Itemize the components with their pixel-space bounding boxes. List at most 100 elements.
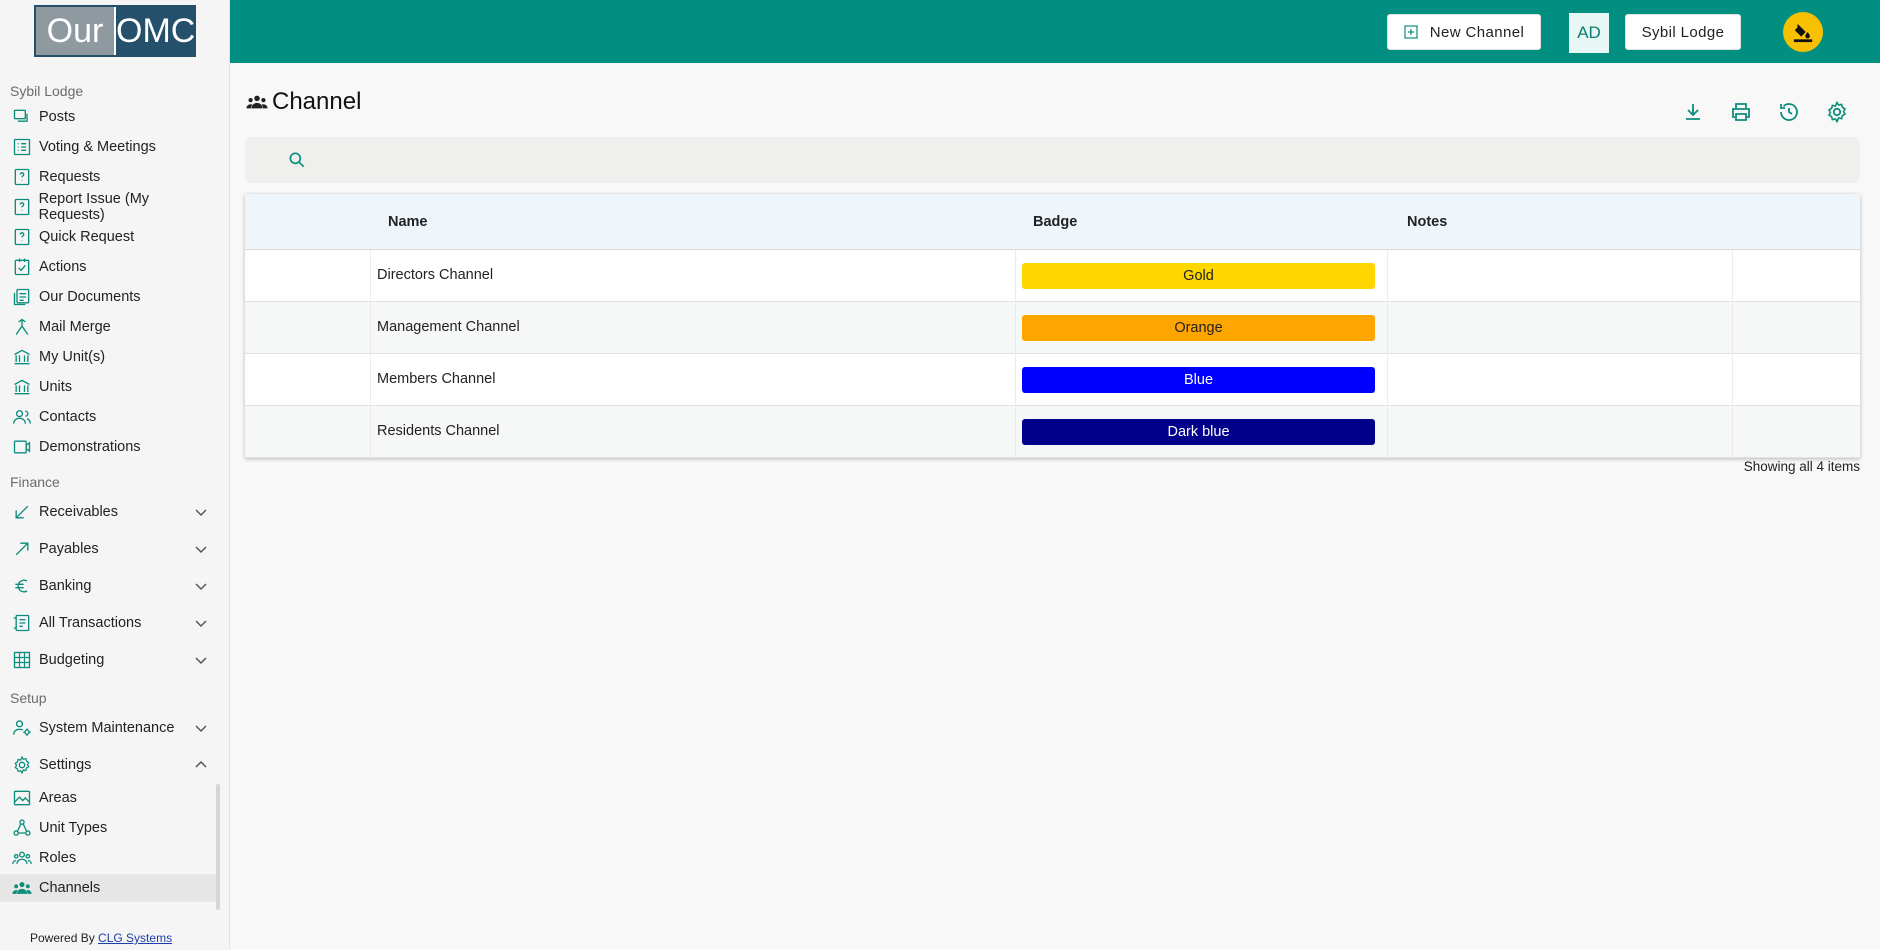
badge-pill: Blue — [1022, 367, 1375, 393]
sidebar-item-label: Actions — [39, 259, 87, 275]
sidebar-item-mail-merge[interactable]: Mail Merge — [0, 313, 216, 341]
sidebar: Our OMC Sybil Lodge Posts Voting & Meetin… — [0, 0, 230, 950]
video-icon — [11, 436, 33, 458]
sidebar-item-requests[interactable]: Requests — [0, 163, 216, 191]
page-title-text: Channel — [272, 88, 362, 115]
sidebar-item-label: Report Issue (My Requests) — [38, 191, 150, 223]
column-divider — [1015, 250, 1016, 302]
column-divider — [1015, 302, 1016, 354]
powered-by-text: Powered By — [30, 931, 95, 945]
sidebar-item-posts[interactable]: Posts — [0, 103, 216, 131]
column-divider — [1015, 406, 1016, 458]
documents-icon — [11, 286, 33, 308]
history-icon[interactable] — [1777, 100, 1801, 124]
download-icon[interactable] — [1681, 100, 1705, 124]
column-divider — [1387, 302, 1388, 354]
paint-bucket-icon — [1793, 23, 1813, 43]
table-header: Name Badge Notes — [245, 194, 1860, 250]
column-divider — [1732, 302, 1733, 354]
sidebar-item-demonstrations[interactable]: Demonstrations — [0, 433, 216, 461]
column-divider — [370, 406, 371, 458]
ouromc-logo[interactable]: Our OMC — [34, 5, 196, 57]
new-channel-button[interactable]: New Channel — [1387, 14, 1541, 50]
column-divider — [370, 302, 371, 354]
sidebar-item-label: My Unit(s) — [39, 349, 106, 365]
sidebar-item-actions[interactable]: Actions — [0, 253, 216, 281]
sidebar-item-roles[interactable]: Roles — [0, 844, 216, 872]
sidebar-item-settings[interactable]: Settings — [0, 751, 216, 779]
sidebar-item-our-documents[interactable]: Our Documents — [0, 283, 216, 311]
sidebar-item-unit-types[interactable]: Unit Types — [0, 814, 216, 842]
settings-icon — [11, 754, 33, 776]
cell-name: Residents Channel — [377, 423, 500, 439]
channels-table: Name Badge Notes Directors Channel Gold Ma… — [245, 194, 1860, 458]
search-input[interactable] — [317, 140, 1860, 180]
sidebar-scrollbar[interactable] — [216, 784, 220, 910]
badge-pill: Gold — [1022, 263, 1375, 289]
search-bar — [245, 137, 1860, 183]
column-header-notes[interactable]: Notes — [1407, 214, 1447, 230]
settings-icon[interactable] — [1825, 100, 1849, 124]
mail-merge-icon — [11, 316, 33, 338]
sidebar-item-label: Posts — [39, 109, 76, 125]
sidebar-item-all-transactions[interactable]: All Transactions — [0, 609, 216, 637]
areas-icon — [11, 787, 33, 809]
chevron-down-icon — [195, 509, 207, 517]
unit-types-icon — [11, 817, 33, 839]
channels-icon — [246, 95, 268, 109]
table-row[interactable]: Residents Channel Dark blue — [245, 406, 1860, 458]
table-row[interactable]: Directors Channel Gold — [245, 250, 1860, 302]
print-icon[interactable] — [1729, 100, 1753, 124]
user-menu-button[interactable]: Sybil Lodge — [1625, 14, 1741, 50]
chevron-down-icon — [195, 620, 207, 628]
chevron-down-icon — [195, 657, 207, 665]
sidebar-item-label: Areas — [39, 790, 77, 806]
column-divider — [1387, 354, 1388, 406]
clg-systems-link[interactable]: CLG Systems — [98, 931, 172, 945]
sidebar-item-system-maintenance[interactable]: System Maintenance — [0, 714, 216, 742]
posts-icon — [11, 106, 33, 128]
sidebar-item-channels[interactable]: Channels — [0, 874, 216, 902]
sidebar-item-receivables[interactable]: Receivables — [0, 498, 216, 526]
section-heading-setup: Setup — [10, 690, 47, 706]
sidebar-item-banking[interactable]: Banking — [0, 572, 216, 600]
top-bar: New Channel AD Sybil Lodge — [230, 0, 1880, 63]
chevron-down-icon — [195, 546, 207, 554]
sidebar-item-my-unit-s[interactable]: My Unit(s) — [0, 343, 216, 371]
my-units-icon — [11, 346, 33, 368]
cell-name: Members Channel — [377, 371, 496, 387]
sidebar-item-areas[interactable]: Areas — [0, 784, 216, 812]
sidebar-item-contacts[interactable]: Contacts — [0, 403, 216, 431]
roles-icon — [11, 847, 33, 869]
table-item-count: Showing all 4 items — [1743, 459, 1860, 474]
sidebar-item-label: Requests — [39, 169, 101, 185]
column-divider — [370, 354, 371, 406]
sidebar-item-label: Banking — [39, 578, 92, 594]
payables-icon — [11, 538, 33, 560]
table-row[interactable]: Management Channel Orange — [245, 302, 1860, 354]
sidebar-item-units[interactable]: Units — [0, 373, 216, 401]
cell-name: Management Channel — [377, 319, 520, 335]
table-row[interactable]: Members Channel Blue — [245, 354, 1860, 406]
sidebar-item-budgeting[interactable]: Budgeting — [0, 646, 216, 674]
transactions-icon — [11, 612, 33, 634]
sidebar-item-label: Units — [39, 379, 73, 395]
sidebar-item-voting-meetings[interactable]: Voting & Meetings — [0, 133, 216, 161]
column-divider — [1387, 250, 1388, 302]
sidebar-item-report-issue-my-requests[interactable]: Report Issue (My Requests) — [0, 191, 216, 223]
budgeting-icon — [11, 649, 33, 671]
channels-icon — [11, 877, 33, 899]
system-maintenance-icon — [11, 717, 33, 739]
sidebar-item-payables[interactable]: Payables — [0, 535, 216, 563]
sidebar-item-label: Budgeting — [39, 652, 105, 668]
user-initials-avatar[interactable]: AD — [1569, 13, 1609, 53]
sidebar-item-label: Our Documents — [39, 289, 141, 305]
column-divider — [1732, 354, 1733, 406]
column-header-name[interactable]: Name — [388, 214, 428, 230]
sidebar-item-quick-request[interactable]: Quick Request — [0, 223, 216, 251]
section-heading-finance: Finance — [10, 474, 60, 490]
voting-icon — [11, 136, 33, 158]
new-channel-label: New Channel — [1429, 23, 1525, 41]
column-header-badge[interactable]: Badge — [1033, 214, 1077, 230]
theme-paint-button[interactable] — [1783, 12, 1823, 52]
